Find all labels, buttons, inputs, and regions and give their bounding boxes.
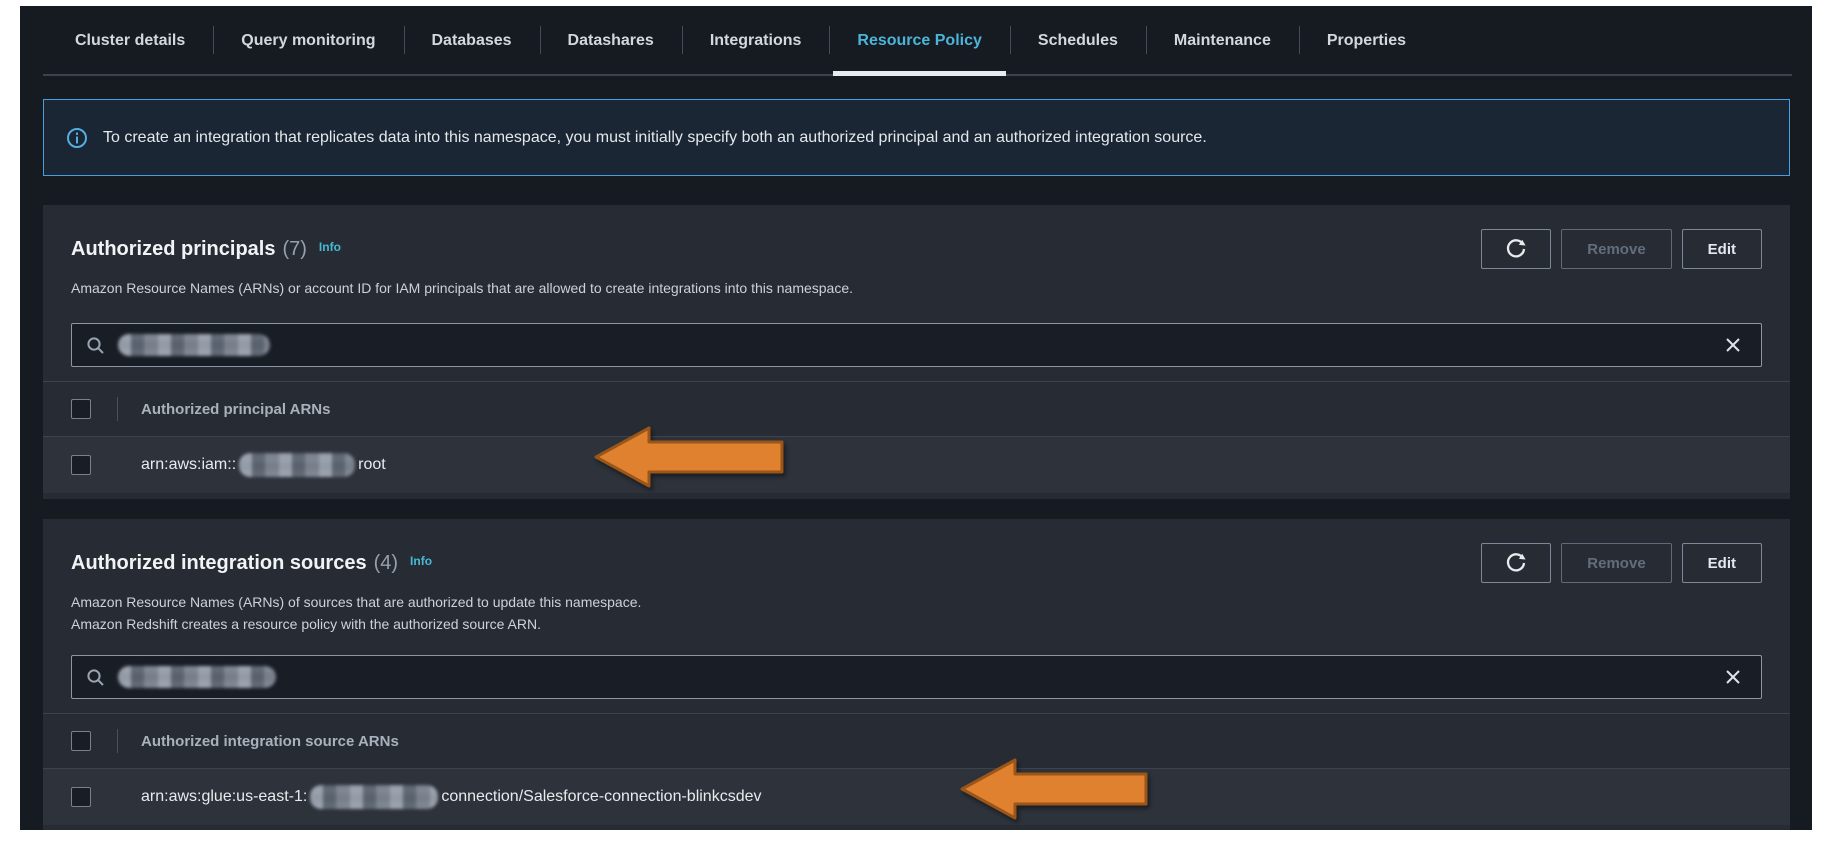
tab-label: Resource Policy (857, 32, 982, 50)
clear-search-button[interactable] (1719, 665, 1747, 689)
column-divider (117, 397, 118, 421)
select-all-checkbox[interactable] (71, 731, 91, 751)
tab-integrations[interactable]: Integrations (682, 6, 830, 76)
description-line: Amazon Redshift creates a resource polic… (71, 613, 1762, 635)
section-count: (4) (374, 552, 398, 575)
redshift-console-app: Cluster details Query monitoring Databas… (20, 6, 1812, 830)
description-line: Amazon Resource Names (ARNs) of sources … (71, 591, 1762, 613)
table-header-row: Authorized integration source ARNs (43, 714, 1790, 769)
tab-label: Query monitoring (241, 32, 375, 50)
section-actions: Remove Edit (1481, 543, 1762, 583)
close-icon (1723, 335, 1743, 355)
remove-button[interactable]: Remove (1561, 229, 1671, 269)
integration-source-arn-value: arn:aws:glue:us-east-1: connection/Sales… (141, 785, 762, 809)
refresh-button[interactable] (1481, 543, 1551, 583)
tab-resource-policy[interactable]: Resource Policy (829, 6, 1010, 76)
tab-label: Maintenance (1174, 32, 1271, 50)
tab-label: Databases (432, 32, 512, 50)
arn-suffix: connection/Salesforce-connection-blinkcs… (441, 788, 761, 806)
column-header: Authorized integration source ARNs (141, 733, 399, 750)
banner-message: To create an integration that replicates… (103, 129, 1207, 147)
authorized-integration-sources-table: Authorized integration source ARNs arn:a… (43, 713, 1790, 825)
table-row: arn:aws:iam:: root (43, 437, 1790, 493)
row-checkbox[interactable] (71, 787, 91, 807)
arn-prefix: arn:aws:glue:us-east-1: (141, 788, 307, 806)
search-icon (86, 336, 105, 355)
section-count: (7) (282, 238, 306, 261)
clear-search-button[interactable] (1719, 333, 1747, 357)
section-header: Authorized integration sources (4) Info … (71, 541, 1762, 585)
search-input[interactable] (71, 323, 1762, 367)
arn-prefix: arn:aws:iam:: (141, 456, 236, 474)
search-icon (86, 668, 105, 687)
select-all-checkbox[interactable] (71, 399, 91, 419)
authorized-principals-section: Authorized principals (7) Info Remove Ed… (43, 205, 1790, 499)
tab-datashares[interactable]: Datashares (540, 6, 682, 76)
arn-suffix: root (358, 456, 386, 474)
tab-cluster-details[interactable]: Cluster details (47, 6, 213, 76)
tab-maintenance[interactable]: Maintenance (1146, 6, 1299, 76)
refresh-icon (1505, 552, 1527, 574)
tab-label: Integrations (710, 32, 802, 50)
tab-label: Cluster details (75, 32, 185, 50)
column-divider (117, 729, 118, 753)
row-checkbox[interactable] (71, 455, 91, 475)
tab-properties[interactable]: Properties (1299, 6, 1434, 76)
authorized-integration-sources-section: Authorized integration sources (4) Info … (43, 519, 1790, 830)
tab-label: Schedules (1038, 32, 1118, 50)
edit-button[interactable]: Edit (1682, 543, 1762, 583)
column-header: Authorized principal ARNs (141, 401, 330, 418)
redacted-search-text (118, 334, 270, 356)
section-description: Amazon Resource Names (ARNs) of sources … (71, 591, 1762, 635)
redacted-account-id (310, 785, 438, 809)
section-header: Authorized principals (7) Info Remove Ed… (71, 227, 1762, 271)
redacted-account-id (239, 453, 355, 477)
info-circle-icon (66, 127, 88, 149)
section-title: Authorized principals (71, 238, 275, 261)
refresh-button[interactable] (1481, 229, 1551, 269)
tab-databases[interactable]: Databases (404, 6, 540, 76)
principal-arn-value: arn:aws:iam:: root (141, 453, 386, 477)
section-description: Amazon Resource Names (ARNs) or account … (71, 277, 1762, 299)
redacted-search-text (118, 666, 276, 688)
edit-button[interactable]: Edit (1682, 229, 1762, 269)
cluster-tab-bar: Cluster details Query monitoring Databas… (20, 6, 1812, 76)
info-link[interactable]: Info (410, 554, 432, 568)
tab-query-monitoring[interactable]: Query monitoring (213, 6, 403, 76)
table-header-row: Authorized principal ARNs (43, 382, 1790, 437)
refresh-icon (1505, 238, 1527, 260)
search-input[interactable] (71, 655, 1762, 699)
tab-label: Properties (1327, 32, 1406, 50)
table-row: arn:aws:glue:us-east-1: connection/Sales… (43, 769, 1790, 825)
section-title: Authorized integration sources (71, 552, 367, 575)
close-icon (1723, 667, 1743, 687)
authorized-principals-table: Authorized principal ARNs arn:aws:iam:: … (43, 381, 1790, 493)
remove-button[interactable]: Remove (1561, 543, 1671, 583)
info-link[interactable]: Info (319, 240, 341, 254)
section-actions: Remove Edit (1481, 229, 1762, 269)
tab-label: Datashares (568, 32, 654, 50)
tab-schedules[interactable]: Schedules (1010, 6, 1146, 76)
info-banner: To create an integration that replicates… (43, 99, 1790, 176)
